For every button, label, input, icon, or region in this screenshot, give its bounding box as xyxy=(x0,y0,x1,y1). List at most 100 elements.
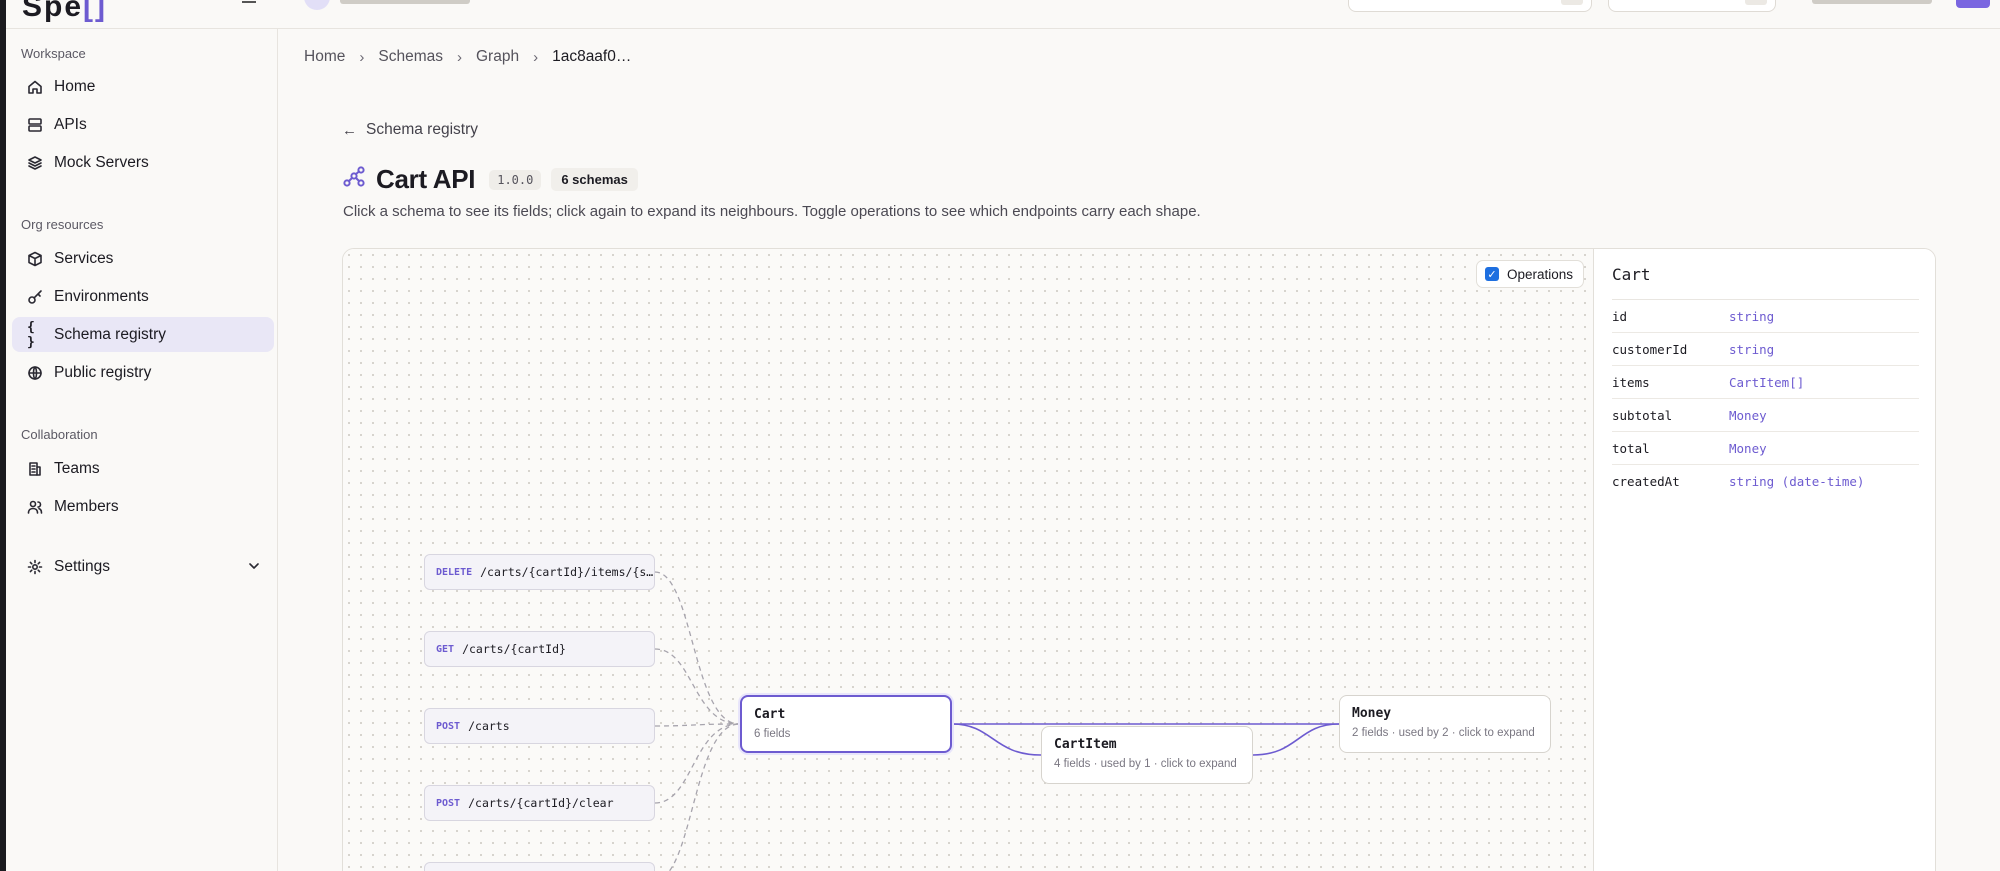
field-type: string (date-time) xyxy=(1729,474,1865,489)
schema-name: CartItem xyxy=(1054,737,1117,752)
field-type-link[interactable]: Money xyxy=(1729,408,1767,423)
sidebar-item-label: Schema registry xyxy=(54,325,166,343)
gear-icon xyxy=(27,559,43,575)
sidebar-item-teams[interactable]: Teams xyxy=(12,451,274,486)
schema-detail-panel: Cart id string customerId string items C… xyxy=(1593,249,1935,871)
braces-icon: { } xyxy=(27,319,35,350)
field-name: id xyxy=(1612,308,1628,324)
chevron-right-icon: › xyxy=(456,48,462,66)
schema-count-badge: 6 schemas xyxy=(551,168,638,191)
sidebar-item-label: Mock Servers xyxy=(54,153,149,171)
users-icon xyxy=(27,499,43,515)
schema-edge xyxy=(951,723,1042,756)
globe-icon xyxy=(27,365,43,381)
field-type-link[interactable]: Money xyxy=(1729,441,1767,456)
sidebar-section-title: Org resources xyxy=(21,217,104,232)
field-row: subtotal Money xyxy=(1612,399,1919,432)
sidebar-item-services[interactable]: Services xyxy=(12,241,274,276)
page-subtitle: Click a schema to see its fields; click … xyxy=(343,203,1201,220)
operation-path: /carts/{cartId}/items/{s… xyxy=(480,565,654,579)
shortcut-hint xyxy=(1561,0,1583,5)
operations-toggle-label: Operations xyxy=(1507,266,1574,282)
schema-node-cartitem[interactable]: CartItem 4 fields · used by 1 · click to… xyxy=(1041,726,1253,784)
field-type-link[interactable]: CartItem[] xyxy=(1729,375,1804,390)
avatar[interactable] xyxy=(1956,0,1990,8)
sidebar-section-title: Collaboration xyxy=(21,427,98,442)
back-link-label: Schema registry xyxy=(366,121,478,138)
field-row: items CartItem[] xyxy=(1612,366,1919,399)
operation-edge xyxy=(654,571,740,725)
version-badge: 1.0.0 xyxy=(489,169,542,190)
search-input[interactable] xyxy=(1348,0,1592,12)
project-switcher[interactable] xyxy=(1608,0,1776,12)
top-bar: Spe[] xyxy=(6,0,2000,29)
sidebar-item-apis[interactable]: APIs xyxy=(12,107,274,142)
schema-name: Money xyxy=(1352,706,1392,721)
operation-path: /carts/{cartId} xyxy=(462,642,566,656)
sidebar: Workspace Home APIs Mock Servers Org res… xyxy=(6,29,278,871)
schema-edge xyxy=(1252,723,1340,756)
http-method: POST xyxy=(436,797,461,809)
app-logo[interactable]: Spe[] xyxy=(22,0,107,24)
field-name: total xyxy=(1612,440,1650,456)
sidebar-item-public-registry[interactable]: Public registry xyxy=(12,355,274,390)
workspace-switcher[interactable] xyxy=(340,0,470,4)
operation-node[interactable]: POST /carts/{cartId}/clear xyxy=(424,785,655,821)
sidebar-item-schema-registry[interactable]: { } Schema registry xyxy=(12,317,274,352)
building-icon xyxy=(27,461,43,477)
schema-meta: 6 fields xyxy=(754,728,791,740)
workspace-avatar[interactable] xyxy=(304,0,330,10)
schema-node-money[interactable]: Money 2 fields · used by 2 · click to ex… xyxy=(1339,695,1551,753)
field-type: string xyxy=(1729,308,1775,324)
breadcrumb-schemas[interactable]: Schemas xyxy=(378,48,443,66)
operations-toggle[interactable]: ✓ Operations xyxy=(1476,260,1585,288)
operation-node[interactable]: GET /carts/{cartId} xyxy=(424,631,655,667)
shortcut-hint xyxy=(1745,0,1767,5)
operation-node[interactable] xyxy=(424,862,655,871)
sidebar-item-settings[interactable]: Settings xyxy=(12,549,274,584)
sidebar-item-label: Services xyxy=(54,249,114,267)
breadcrumb-graph[interactable]: Graph xyxy=(476,48,519,66)
sidebar-item-mock-servers[interactable]: Mock Servers xyxy=(12,145,274,180)
schema-node-cart[interactable]: Cart 6 fields xyxy=(740,695,952,753)
user-menu[interactable] xyxy=(1812,0,1932,4)
breadcrumb: Home › Schemas › Graph › 1ac8aaf0… xyxy=(304,48,631,66)
operation-node[interactable]: DELETE /carts/{cartId}/items/{s… xyxy=(424,554,655,590)
field-row: total Money xyxy=(1612,432,1919,465)
sidebar-item-environments[interactable]: Environments xyxy=(12,279,274,314)
graph-icon xyxy=(342,165,366,194)
breadcrumb-home[interactable]: Home xyxy=(304,48,345,66)
chevron-right-icon: › xyxy=(533,48,539,66)
page-header: Cart API 1.0.0 6 schemas xyxy=(342,164,638,195)
sidebar-item-label: APIs xyxy=(54,115,87,133)
sidebar-item-label: Environments xyxy=(54,287,149,305)
sidebar-item-members[interactable]: Members xyxy=(12,489,274,524)
field-row: createdAt string (date-time) xyxy=(1612,465,1919,498)
chevron-down-icon[interactable] xyxy=(246,558,262,579)
operation-path: /carts/{cartId}/clear xyxy=(468,796,614,810)
sidebar-section-title: Workspace xyxy=(21,46,86,61)
checkbox-checked-icon[interactable]: ✓ xyxy=(1485,267,1499,281)
schema-meta: 2 fields · used by 2 · click to expand xyxy=(1352,727,1535,739)
server-icon xyxy=(27,117,43,133)
http-method: DELETE xyxy=(436,566,473,578)
arrow-left-icon: ← xyxy=(342,121,357,139)
field-name: items xyxy=(1612,374,1650,390)
back-link[interactable]: ← Schema registry xyxy=(342,121,478,139)
field-row: customerId string xyxy=(1612,333,1919,366)
page-title: Cart API xyxy=(376,164,476,194)
operation-path: /carts xyxy=(468,719,510,733)
operation-edge xyxy=(668,723,740,871)
schema-meta: 4 fields · used by 1 · click to expand xyxy=(1054,758,1237,770)
field-name: customerId xyxy=(1612,341,1688,357)
field-row: id string xyxy=(1612,300,1919,333)
operation-node[interactable]: POST /carts xyxy=(424,708,655,744)
breadcrumb-current: 1ac8aaf0… xyxy=(552,48,632,65)
graph-canvas[interactable]: ✓ Operations DELETE /carts/{cartId}/item… xyxy=(343,249,1593,871)
http-method: POST xyxy=(436,720,461,732)
key-icon xyxy=(27,289,43,305)
sidebar-item-home[interactable]: Home xyxy=(12,69,274,104)
schema-name: Cart xyxy=(754,707,786,722)
sidebar-item-label: Home xyxy=(54,77,96,95)
schema-detail-title: Cart xyxy=(1612,265,1919,300)
